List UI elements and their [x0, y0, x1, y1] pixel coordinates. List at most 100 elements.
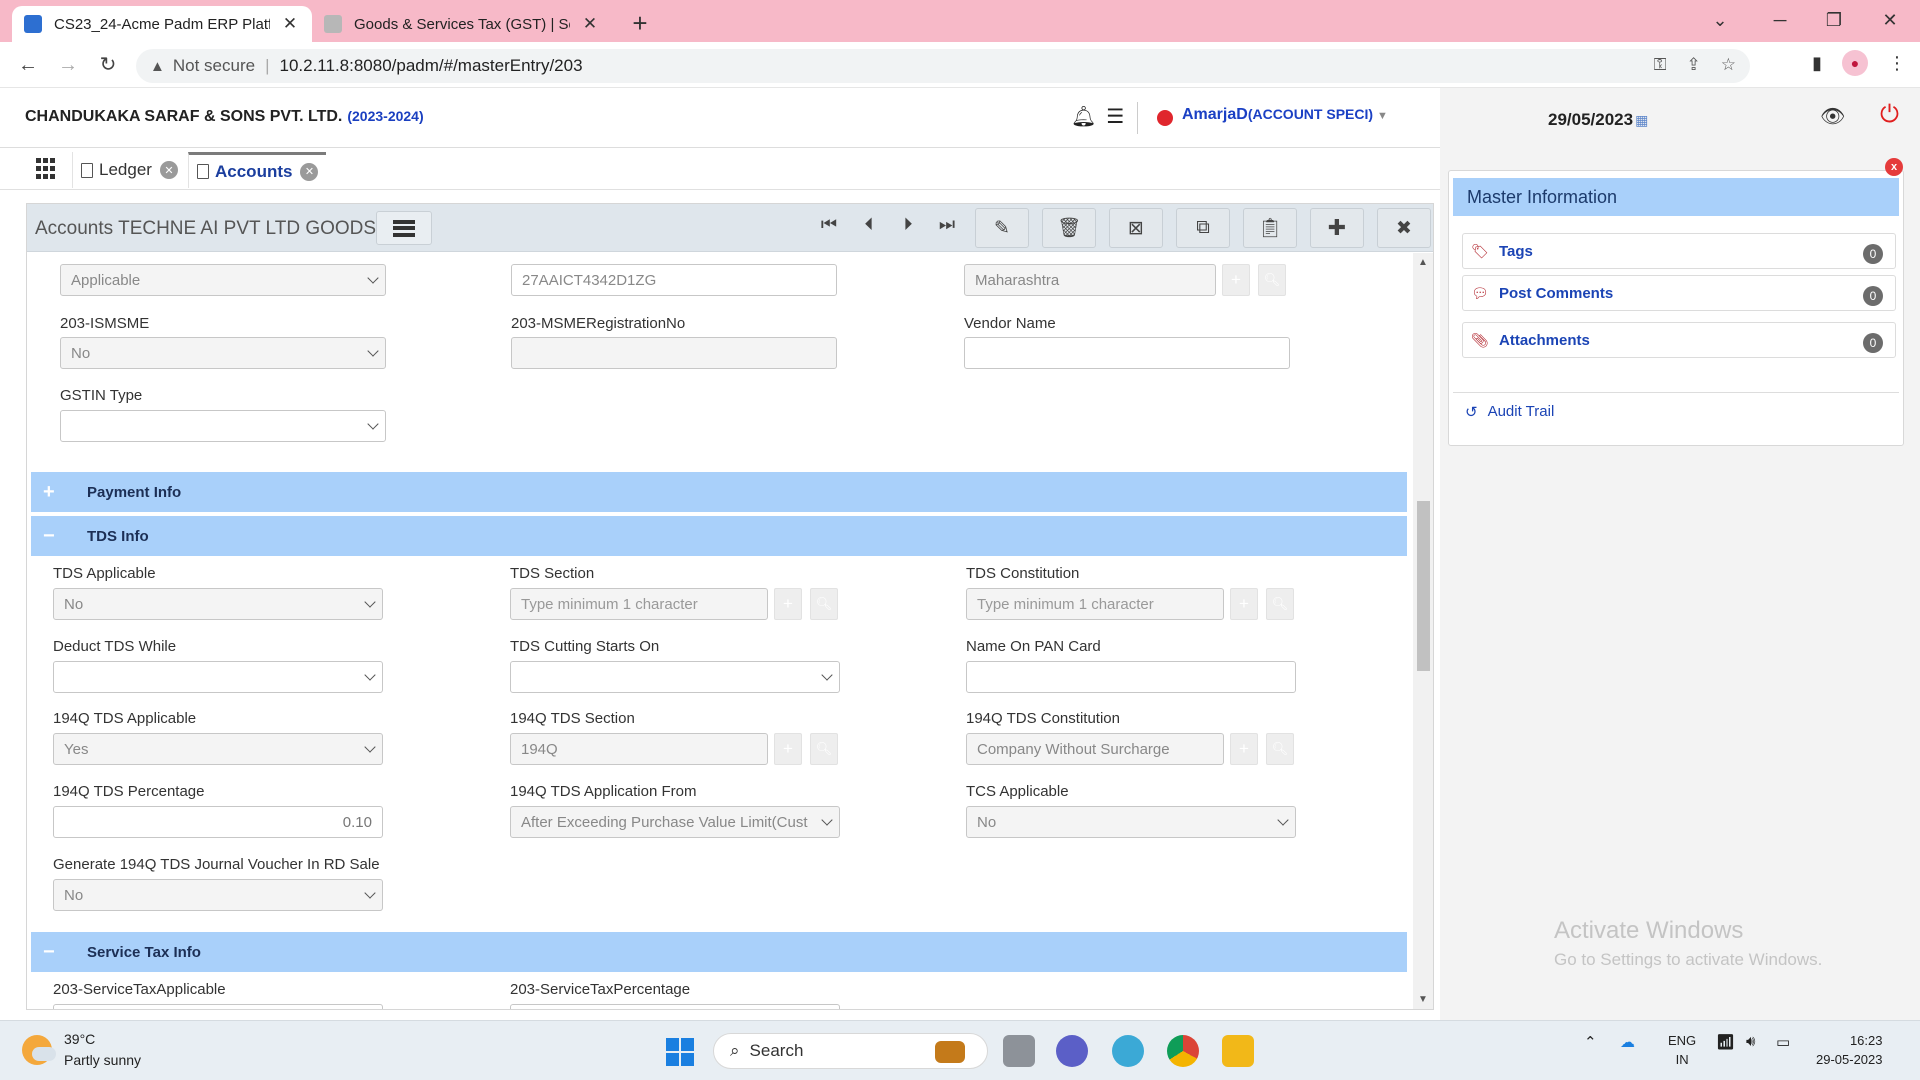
audit-trail-link[interactable]: ↺ Audit Trail: [1453, 392, 1899, 430]
tab-accounts[interactable]: Accounts ✕: [188, 152, 327, 188]
search-q-section-icon[interactable]: 🔍︎: [810, 733, 838, 765]
service-tax-percentage-field[interactable]: [510, 1004, 840, 1009]
browser-tab-gst[interactable]: Goods & Services Tax (GST) | Services ✕: [312, 6, 612, 42]
first-record-icon[interactable]: ⏮: [815, 214, 843, 235]
onedrive-cloud-icon[interactable]: ☁: [1620, 1033, 1635, 1051]
current-date[interactable]: 29/05/2023 ▦: [1548, 110, 1648, 130]
close-form-button[interactable]: ✖: [1377, 208, 1431, 248]
gstin-field[interactable]: 27AAICT4342D1ZG: [511, 264, 837, 296]
last-record-icon[interactable]: ⏭: [933, 214, 961, 235]
wifi-icon[interactable]: 📶︎: [1716, 1033, 1735, 1051]
gstin-type-select[interactable]: [60, 410, 386, 442]
hide-eye-icon[interactable]: 👁︎: [1820, 104, 1845, 129]
close-panel-icon[interactable]: x: [1885, 158, 1903, 176]
scrollbar-thumb[interactable]: [1417, 501, 1430, 671]
notification-bell-icon[interactable]: 🔔︎: [1071, 104, 1096, 129]
briefcase-app-icon[interactable]: [935, 1041, 965, 1063]
file-explorer-icon[interactable]: [1222, 1035, 1254, 1067]
paint-app-icon[interactable]: [1112, 1035, 1144, 1067]
user-menu[interactable]: AmarjaD(ACCOUNT SPECI) ▼: [1182, 106, 1388, 124]
close-tab-icon[interactable]: ✕: [280, 14, 300, 34]
payment-info-section-header[interactable]: + Payment Info: [31, 472, 1407, 512]
cancel-document-button[interactable]: ⊠: [1109, 208, 1163, 248]
start-windows-icon[interactable]: [666, 1038, 694, 1066]
bookmark-star-icon[interactable]: ☆: [1721, 55, 1736, 75]
deduct-tds-while-select[interactable]: [53, 661, 383, 693]
forward-icon[interactable]: →: [52, 49, 84, 81]
restore-icon[interactable]: ❐: [1814, 4, 1854, 36]
add-state-icon[interactable]: +: [1222, 264, 1250, 296]
task-view-icon[interactable]: [1003, 1035, 1035, 1067]
service-tax-applicable-select[interactable]: [53, 1004, 383, 1009]
generate-voucher-select[interactable]: No: [53, 879, 383, 911]
previous-record-icon[interactable]: ⏴: [855, 214, 883, 235]
gst-applicable-select[interactable]: Applicable: [60, 264, 386, 296]
share-icon[interactable]: ⇪: [1687, 55, 1701, 75]
tds-info-section-header[interactable]: − TDS Info: [31, 516, 1407, 556]
attachments-row[interactable]: 📎︎ Attachments 0: [1462, 322, 1896, 358]
chrome-app-icon[interactable]: [1167, 1035, 1199, 1067]
browser-menu-icon[interactable]: ⋮: [1888, 53, 1906, 74]
language-indicator[interactable]: ENG IN: [1668, 1031, 1696, 1069]
profile-avatar-icon[interactable]: ●: [1842, 50, 1868, 76]
tds-section-field[interactable]: Type minimum 1 character: [510, 588, 768, 620]
pan-name-field[interactable]: [966, 661, 1296, 693]
add-new-button[interactable]: ✚: [1310, 208, 1364, 248]
browser-tab-erp[interactable]: CS23_24-Acme Padm ERP Platform ✕: [12, 6, 312, 42]
key-icon[interactable]: ⚿: [1654, 55, 1667, 75]
close-tab-icon[interactable]: ✕: [159, 161, 178, 179]
service-tax-info-section-header[interactable]: − Service Tax Info: [31, 932, 1407, 972]
state-field[interactable]: Maharashtra: [964, 264, 1216, 296]
close-tab-icon[interactable]: ✕: [300, 162, 319, 181]
search-tds-constitution-icon[interactable]: 🔍︎: [1266, 588, 1294, 620]
add-tds-section-icon[interactable]: +: [774, 588, 802, 620]
minimize-icon[interactable]: ─: [1760, 4, 1800, 36]
tab-ledger[interactable]: Ledger ✕: [72, 152, 186, 188]
battery-icon[interactable]: ▭: [1776, 1033, 1790, 1051]
weather-sun-icon[interactable]: [22, 1035, 56, 1065]
tds-constitution-field[interactable]: Type minimum 1 character: [966, 588, 1224, 620]
sidebar-toggle-icon[interactable]: ▮: [1812, 53, 1822, 74]
reload-icon[interactable]: ↻: [92, 49, 124, 81]
scroll-down-icon[interactable]: ▼: [1418, 994, 1428, 1005]
messages-list-icon[interactable]: ☰: [1106, 104, 1124, 129]
collapse-minus-icon[interactable]: −: [43, 525, 67, 548]
logout-power-icon[interactable]: ⏻: [1880, 101, 1899, 129]
system-clock[interactable]: 16:23 29-05-2023: [1816, 1031, 1883, 1069]
post-comments-row[interactable]: 💬︎ Post Comments 0: [1462, 275, 1896, 311]
ismsme-select[interactable]: No: [60, 337, 386, 369]
scroll-up-icon[interactable]: ▲: [1418, 257, 1428, 268]
search-q-constitution-icon[interactable]: 🔍︎: [1266, 733, 1294, 765]
paste-button[interactable]: 📋︎: [1243, 208, 1297, 248]
new-tab-icon[interactable]: +: [625, 8, 655, 39]
delete-button[interactable]: 🗑︎: [1042, 208, 1096, 248]
show-hidden-icons-chevron-icon[interactable]: ⌃: [1584, 1033, 1597, 1051]
close-window-icon[interactable]: ✕: [1870, 4, 1910, 36]
copy-button[interactable]: ⧉: [1176, 208, 1230, 248]
teams-chat-icon[interactable]: [1056, 1035, 1088, 1067]
tcs-applicable-select[interactable]: No: [966, 806, 1296, 838]
expand-plus-icon[interactable]: +: [43, 481, 67, 504]
add-q-section-icon[interactable]: +: [774, 733, 802, 765]
tab-search-chevron-icon[interactable]: ⌄: [1700, 4, 1740, 36]
tds-applicable-select[interactable]: No: [53, 588, 383, 620]
q-tds-applicable-select[interactable]: Yes: [53, 733, 383, 765]
q-tds-application-from-select[interactable]: After Exceeding Purchase Value Limit(Cus…: [510, 806, 840, 838]
volume-icon[interactable]: 🔊︎: [1746, 1033, 1755, 1050]
tds-cutting-starts-select[interactable]: [510, 661, 840, 693]
search-state-icon[interactable]: 🔍︎: [1258, 264, 1286, 296]
temperature[interactable]: 39°C: [64, 1031, 95, 1047]
form-scrollbar[interactable]: ▲ ▼: [1413, 253, 1433, 1009]
add-tds-constitution-icon[interactable]: +: [1230, 588, 1258, 620]
msme-registration-field[interactable]: [511, 337, 837, 369]
search-tds-section-icon[interactable]: 🔍︎: [810, 588, 838, 620]
url-input[interactable]: ▲ Not secure | 10.2.11.8:8080/padm/#/mas…: [136, 49, 1750, 83]
weather-condition[interactable]: Partly sunny: [64, 1052, 141, 1068]
collapse-minus-icon[interactable]: −: [43, 941, 67, 964]
back-icon[interactable]: ←: [12, 49, 44, 81]
q-tds-constitution-field[interactable]: Company Without Surcharge: [966, 733, 1224, 765]
form-scroll-area[interactable]: Applicable 27AAICT4342D1ZG Maharashtra +…: [27, 253, 1413, 1009]
edit-button[interactable]: ✎: [975, 208, 1029, 248]
calendar-icon[interactable]: ▦: [1635, 112, 1648, 128]
add-q-constitution-icon[interactable]: +: [1230, 733, 1258, 765]
